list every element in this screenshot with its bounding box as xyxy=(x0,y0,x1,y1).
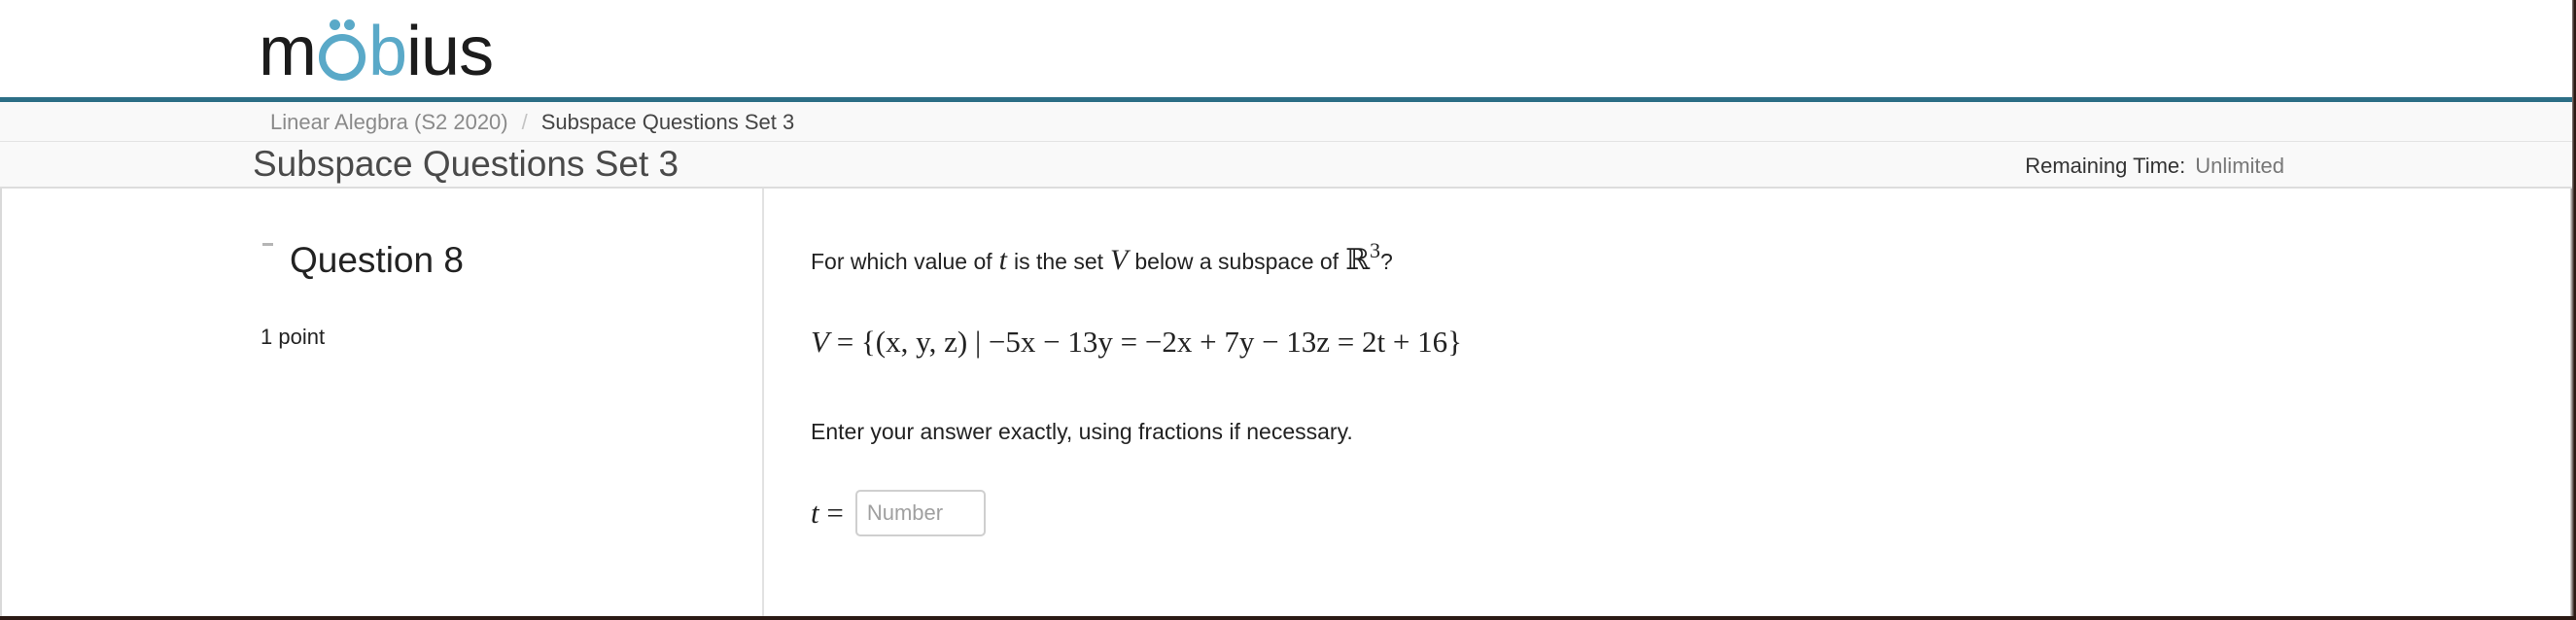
prompt-var-t: t xyxy=(998,244,1007,276)
mobius-logo[interactable]: m b ius xyxy=(259,13,494,90)
prompt-end: ? xyxy=(1380,249,1393,274)
window-edge-bottom xyxy=(0,616,2576,620)
set-definition-formula: V = {(x, y, z) | −5x − 13y = −2x + 7y − … xyxy=(811,323,1462,362)
title-bar: Subspace Questions Set 3 Remaining Time:… xyxy=(0,142,2572,189)
prompt-text-2: is the set xyxy=(1013,249,1104,274)
remaining-time: Remaining Time: Unlimited xyxy=(2025,154,2284,179)
answer-row: t = xyxy=(811,490,986,536)
prompt-text-1: For which value of xyxy=(811,249,992,274)
breadcrumb-bar: Linear Alegbra (S2 2020) / Subspace Ques… xyxy=(0,102,2572,142)
formula-rhs: = {(x, y, z) | −5x − 13y = −2x + 7y − 13… xyxy=(828,325,1463,359)
logo-text-prefix: m xyxy=(259,13,317,90)
breadcrumb: Linear Alegbra (S2 2020) / Subspace Ques… xyxy=(270,110,794,135)
prompt-space-exponent: 3 xyxy=(1370,238,1380,262)
remaining-time-value: Unlimited xyxy=(2195,154,2284,178)
question-sidebar: Question 8 1 point xyxy=(0,189,764,616)
site-header: m b ius xyxy=(0,0,2572,102)
answer-instruction: Enter your answer exactly, using fractio… xyxy=(811,419,1353,444)
prompt-space-r: ℝ xyxy=(1345,243,1370,277)
breadcrumb-current: Subspace Questions Set 3 xyxy=(540,110,795,134)
logo-text-b: b xyxy=(367,13,407,90)
answer-label: t = xyxy=(811,496,844,531)
formula-lhs: V xyxy=(811,325,829,359)
answer-number-input[interactable] xyxy=(854,490,986,536)
answer-eq: = xyxy=(818,496,844,530)
logo-o-umlaut-icon xyxy=(318,19,366,81)
question-prompt: For which value of t is the set V below … xyxy=(811,238,1393,280)
breadcrumb-course-link[interactable]: Linear Alegbra (S2 2020) xyxy=(270,110,508,135)
remaining-time-label: Remaining Time: xyxy=(2025,154,2186,178)
collapse-question-icon[interactable] xyxy=(262,243,273,246)
prompt-var-v: V xyxy=(1110,244,1129,276)
prompt-text-3: below a subspace of xyxy=(1134,249,1340,274)
breadcrumb-separator: / xyxy=(521,110,528,134)
page-title: Subspace Questions Set 3 xyxy=(253,144,679,184)
question-title: Question 8 xyxy=(290,240,464,280)
question-points: 1 point xyxy=(261,325,326,349)
logo-text-suffix: ius xyxy=(406,13,494,90)
answer-var: t xyxy=(811,496,819,530)
